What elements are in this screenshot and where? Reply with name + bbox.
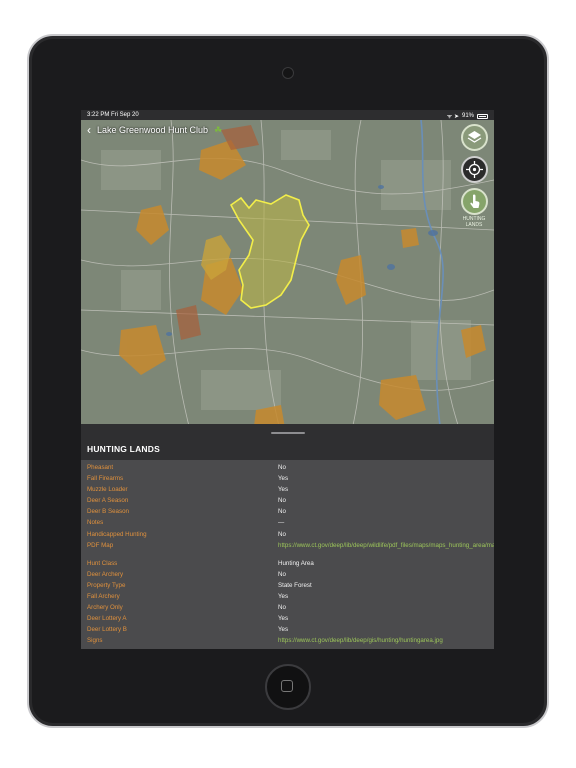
- attribute-value: —: [278, 519, 285, 527]
- attribute-value: No: [278, 497, 286, 505]
- attribute-row: Fall Firearms Yes: [81, 473, 494, 484]
- attribute-row: Hunt Class Hunting Area: [81, 558, 494, 569]
- attribute-row: Deer A Season No: [81, 495, 494, 506]
- attribute-key: Handicapped Hunting: [87, 530, 147, 538]
- attribute-row: Notes —: [81, 517, 494, 528]
- status-indicators: ᯤ ➤ 91%: [447, 112, 488, 120]
- status-bar: 3:22 PM Fri Sep 20 ᯤ ➤ 91%: [81, 110, 494, 120]
- attribute-value: No: [278, 604, 286, 612]
- attribute-key: Fall Firearms: [87, 475, 124, 483]
- map-navbar: ‹ Lake Greenwood Hunt Club ☘: [87, 124, 222, 136]
- app-screen: 3:22 PM Fri Sep 20 ᯤ ➤ 91% ‹ Lake Greenw…: [81, 110, 494, 649]
- attribute-value: Yes: [278, 475, 289, 483]
- attribute-row: PDF Map https://www.ct.gov/deep/lib/deep/…: [81, 540, 494, 558]
- attribute-row: Signs https://www.ct.gov/deep/lib/deep/gi…: [81, 635, 494, 646]
- home-button[interactable]: [265, 664, 311, 710]
- crosshair-icon: [466, 161, 483, 178]
- club-title: Lake Greenwood Hunt Club: [97, 125, 209, 135]
- attribute-key: Signs: [87, 637, 103, 645]
- attribute-key: Fall Archery: [87, 592, 120, 600]
- back-chevron-icon[interactable]: ‹: [87, 124, 91, 136]
- attribute-row: Handicapped Hunting No: [81, 529, 494, 540]
- attribute-value: Yes: [278, 592, 289, 600]
- info-sheet: HUNTING LANDS Pheasant No Fall Firearms Ye…: [81, 424, 494, 649]
- attribute-value: State Forest: [278, 581, 312, 589]
- attribute-key: PDF Map: [87, 541, 114, 549]
- attribute-key: Notes: [87, 519, 104, 527]
- attribute-value: No: [278, 530, 286, 538]
- attribute-key: Deer B Season: [87, 508, 129, 516]
- touch-hand-icon: [470, 194, 480, 208]
- hunting-lands-label: HUNTING LANDS: [462, 216, 486, 228]
- pdf-map-link[interactable]: https://www.ct.gov/deep/lib/deep/wildlif…: [278, 542, 494, 549]
- attribute-key: Deer Lottery A: [87, 615, 127, 623]
- attribute-row: Property Type State Forest: [81, 580, 494, 591]
- attribute-value: Yes: [278, 615, 289, 623]
- sheet-header: HUNTING LANDS: [81, 424, 494, 460]
- attribute-value: No: [278, 464, 286, 471]
- attribute-key: Archery Only: [87, 604, 123, 612]
- attribute-key: Deer Archery: [87, 570, 124, 578]
- attribute-key: Property Type: [87, 581, 126, 589]
- attribute-row: Deer B Season No: [81, 506, 494, 517]
- layers-button[interactable]: [461, 124, 488, 151]
- status-time: 3:22 PM Fri Sep 20: [87, 112, 139, 118]
- attribute-row: Archery Only No: [81, 602, 494, 613]
- hunting-lands-button[interactable]: [461, 188, 488, 215]
- attribute-value: Yes: [278, 626, 289, 634]
- signs-link[interactable]: https://www.ct.gov/deep/lib/deep/gis/hun…: [278, 635, 443, 646]
- attribute-key: Deer A Season: [87, 497, 129, 505]
- attribute-value: Yes: [278, 486, 289, 494]
- front-camera: [282, 67, 294, 79]
- attribute-row: Muzzle Loader Yes: [81, 484, 494, 495]
- battery-percent: 91%: [461, 113, 474, 119]
- wifi-location-icon: ᯤ ➤: [446, 114, 459, 120]
- attribute-row: Fall Archery Yes: [81, 591, 494, 602]
- clover-icon: ☘: [214, 124, 223, 135]
- attribute-row: Pheasant No: [81, 462, 494, 473]
- attribute-key: Hunt Class: [87, 559, 118, 567]
- layers-icon: [467, 131, 482, 143]
- attribute-key: Pheasant: [87, 464, 114, 471]
- map-view[interactable]: [81, 120, 494, 434]
- sheet-grabber[interactable]: [271, 432, 305, 434]
- locate-button[interactable]: [461, 156, 488, 183]
- attribute-row: Deer Archery No: [81, 569, 494, 580]
- attribute-value: No: [278, 570, 286, 578]
- attribute-list: Pheasant No Fall Firearms Yes Muzzle Loade…: [81, 462, 494, 646]
- attribute-key: Deer Lottery B: [87, 626, 127, 634]
- attribute-row: Deer Lottery A Yes: [81, 613, 494, 624]
- map-canvas: [81, 120, 494, 434]
- sheet-title: HUNTING LANDS: [87, 444, 160, 454]
- attribute-value: No: [278, 508, 286, 516]
- attribute-row: Deer Lottery B Yes: [81, 624, 494, 635]
- attribute-value: Hunting Area: [278, 559, 314, 567]
- attribute-key: Muzzle Loader: [87, 486, 128, 494]
- battery-icon: [477, 113, 488, 119]
